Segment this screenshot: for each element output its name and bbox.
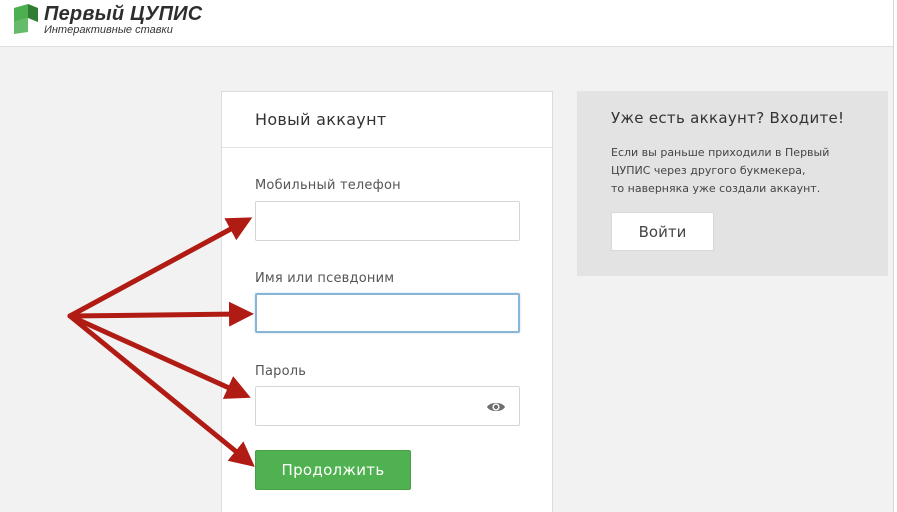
registration-divider — [222, 147, 552, 148]
login-title: Уже есть аккаунт? Входите! — [611, 109, 845, 127]
brand-subtitle: Интерактивные ставки — [44, 24, 173, 36]
phone-label: Мобильный телефон — [255, 178, 401, 193]
brand-logo[interactable]: Первый ЦУПИС Интерактивные ставки — [12, 2, 232, 42]
top-header: Первый ЦУПИС Интерактивные ставки — [0, 0, 893, 47]
login-button[interactable]: Войти — [611, 212, 714, 251]
registration-title: Новый аккаунт — [255, 110, 387, 129]
cube-logo-icon — [14, 4, 38, 34]
password-input[interactable] — [255, 386, 520, 426]
login-panel: Уже есть аккаунт? Входите! Если вы раньш… — [577, 91, 888, 276]
phone-input[interactable] — [255, 201, 520, 241]
registration-card: Новый аккаунт Мобильный телефон Имя или … — [221, 91, 553, 512]
arrow-to-phone — [67, 217, 253, 319]
login-description: Если вы раньше приходили в Первый ЦУПИС … — [611, 144, 871, 198]
eye-icon — [487, 402, 505, 412]
arrow-to-continue — [67, 313, 255, 467]
password-visibility-toggle[interactable] — [484, 395, 508, 419]
nickname-label: Имя или псевдоним — [255, 271, 395, 286]
login-description-line: ЦУПИС через другого букмекера, — [611, 164, 806, 177]
arrow-to-nickname — [67, 301, 254, 327]
password-label: Пароль — [255, 364, 307, 379]
arrow-to-password — [67, 313, 251, 399]
brand-title: Первый ЦУПИС — [44, 3, 203, 25]
nickname-input[interactable] — [255, 293, 520, 333]
page-edge — [893, 0, 897, 512]
login-description-line: то наверняка уже создали аккаунт. — [611, 182, 821, 195]
login-description-line: Если вы раньше приходили в Первый — [611, 146, 830, 159]
continue-button[interactable]: Продолжить — [255, 450, 411, 490]
